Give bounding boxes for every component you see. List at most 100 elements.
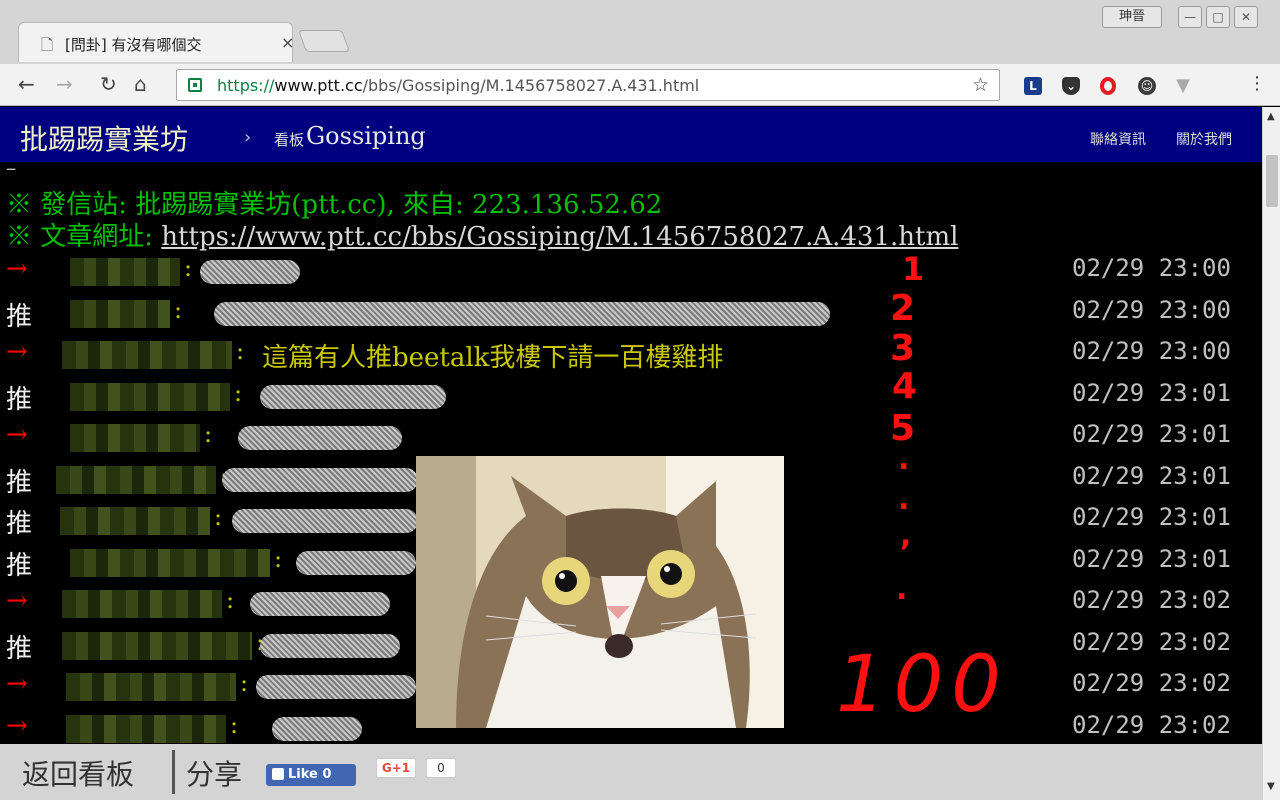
divider (172, 750, 175, 794)
vivaldi-icon[interactable]: ▼ (1174, 77, 1192, 95)
push-row: →: 這篇有人推beetalk我樓下請一百樓雞排 02/29 23:00 (0, 337, 1262, 377)
push-tag: 推 (6, 384, 33, 415)
push-time: 02/29 23:01 (1072, 420, 1231, 448)
page-icon: 🗋 (41, 36, 54, 54)
push-time: 02/29 23:02 (1072, 586, 1231, 614)
push-tag: 推 (6, 550, 33, 581)
signature-dash: -- (6, 162, 16, 179)
pixelated-user-id (56, 465, 216, 494)
push-tag: → (6, 254, 28, 284)
push-colon: : (226, 586, 235, 614)
push-time: 02/29 23:01 (1072, 544, 1231, 573)
browser-tab[interactable]: 🗋 [問卦] 有沒有哪個交 × (18, 22, 294, 62)
redacted-text (214, 301, 830, 326)
menu-icon[interactable]: ⋮ (1248, 73, 1266, 94)
push-colon: : (214, 503, 223, 531)
lock-icon[interactable] (188, 78, 202, 92)
new-tab-button[interactable] (297, 30, 351, 52)
push-colon: : (184, 254, 193, 282)
push-tag: 推 (6, 509, 33, 539)
push-row: 推: 02/29 23:01 (0, 379, 1262, 419)
browser-titlebar: 🗋 [問卦] 有沒有哪個交 × 珅晉 — □ ✕ (0, 0, 1280, 64)
push-time: 02/29 23:00 (1072, 337, 1231, 365)
article-content: -- ※ 發信站: 批踢踢實業坊(ptt.cc), 來自: 223.136.52… (0, 162, 1262, 744)
pocket-icon[interactable]: ⌄ (1062, 77, 1080, 95)
push-tag: → (6, 420, 28, 450)
redacted-text (272, 716, 362, 741)
push-colon: : (174, 295, 183, 324)
url-host: www.ptt.cc (274, 76, 363, 95)
pixelated-user-id (70, 548, 270, 577)
facebook-like-button[interactable]: Like 0 (266, 764, 356, 786)
annotation-number: 3 (890, 328, 916, 369)
contact-link[interactable]: 聯絡資訊 (1090, 129, 1146, 149)
redacted-text (232, 509, 418, 533)
url-text[interactable]: https://www.ptt.cc/bbs/Gossiping/M.14567… (217, 76, 699, 95)
breadcrumb-arrow: › (244, 127, 252, 148)
pixelated-user-id (62, 631, 252, 660)
push-time: 02/29 23:02 (1072, 669, 1231, 697)
opera-icon[interactable] (1100, 77, 1116, 95)
forward-icon[interactable]: → (56, 72, 73, 96)
home-icon[interactable]: ⌂ (134, 72, 147, 96)
redacted-text (256, 675, 416, 699)
scroll-thumb[interactable] (1266, 155, 1278, 207)
address-bar[interactable]: https://www.ptt.cc/bbs/Gossiping/M.14567… (176, 69, 1000, 101)
site-title[interactable]: 批踢踢實業坊 (20, 118, 188, 158)
breadcrumb-label: 看板 (274, 131, 305, 149)
back-to-board-link[interactable]: 返回看板 (22, 753, 134, 793)
extension-icon[interactable]: L (1024, 77, 1042, 95)
pixelated-user-id (70, 258, 180, 286)
push-time: 02/29 23:02 (1072, 710, 1231, 739)
cat-photo (416, 456, 784, 728)
annotation-dot: . (896, 572, 908, 607)
url-scheme: https:// (217, 76, 275, 95)
profile-button[interactable]: 珅晉 (1102, 6, 1162, 28)
minimize-icon[interactable]: — (1178, 6, 1202, 28)
pixelated-user-id (70, 382, 230, 411)
google-plus-button[interactable]: G+1 (376, 758, 416, 778)
push-tag: → (6, 586, 28, 616)
push-row: →: 02/29 23:01 (0, 420, 1262, 460)
scroll-down-icon[interactable]: ▼ (1267, 781, 1275, 792)
extension-icon[interactable]: ☺ (1138, 77, 1156, 95)
facebook-like-label: Like 0 (288, 767, 332, 782)
close-icon[interactable]: ✕ (1234, 6, 1258, 28)
signature-url-prefix: ※ 文章網址: (6, 222, 162, 252)
tab-close-icon[interactable]: × (281, 33, 294, 52)
redacted-text (238, 426, 402, 450)
google-plus-count: 0 (426, 758, 456, 778)
redacted-text (296, 550, 416, 575)
push-tag: 推 (6, 633, 33, 664)
back-icon[interactable]: ← (18, 72, 35, 96)
push-time: 02/29 23:01 (1072, 461, 1231, 490)
scroll-up-icon[interactable]: ▲ (1267, 111, 1275, 122)
push-colon: : (204, 420, 213, 448)
redacted-text (200, 260, 300, 284)
about-link[interactable]: 關於我們 (1176, 129, 1232, 149)
annotation-number: 2 (890, 288, 916, 329)
scrollbar[interactable]: ▲ ▼ (1262, 107, 1280, 800)
push-time: 02/29 23:00 (1072, 295, 1231, 324)
push-tag: → (6, 669, 28, 699)
redacted-text (260, 384, 446, 409)
push-colon: : (274, 544, 283, 573)
star-icon[interactable]: ☆ (972, 74, 989, 96)
push-tag: 推 (6, 467, 33, 498)
article-url-link[interactable]: https://www.ptt.cc/bbs/Gossiping/M.14567… (161, 222, 958, 252)
maximize-icon[interactable]: □ (1206, 6, 1230, 28)
annotation-dot: , (900, 518, 912, 553)
cat-illustration (416, 456, 784, 728)
push-colon: : (230, 710, 239, 739)
annotation-number: 4 (892, 366, 918, 407)
board-name-link[interactable]: Gossiping (306, 122, 426, 150)
browser-toolbar: ← → ↻ ⌂ https://www.ptt.cc/bbs/Gossiping… (0, 64, 1280, 106)
push-time: 02/29 23:02 (1072, 627, 1231, 656)
push-time: 02/29 23:00 (1072, 254, 1231, 282)
pixelated-user-id (66, 714, 226, 743)
push-colon: : (234, 378, 243, 407)
pixelated-user-id (62, 341, 232, 369)
annotation-number: 1 (902, 250, 925, 288)
reload-icon[interactable]: ↻ (100, 72, 117, 96)
tab-title: [問卦] 有沒有哪個交 (65, 36, 202, 54)
